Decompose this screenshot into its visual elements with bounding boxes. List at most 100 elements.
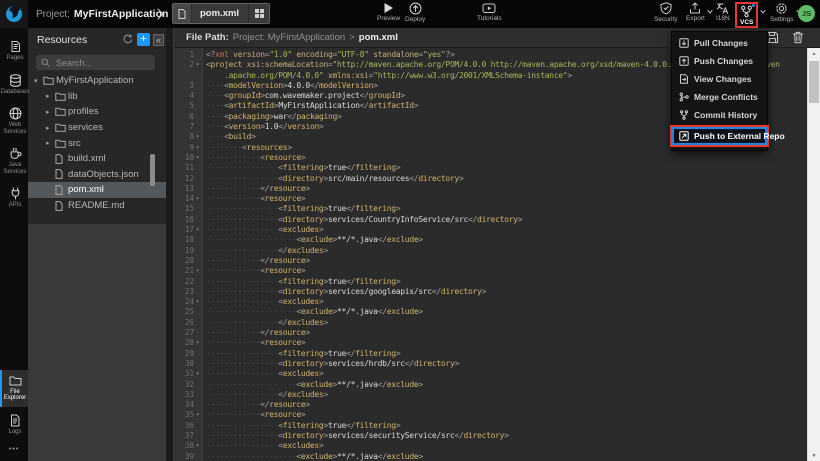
sidebar-item-label: File Explorer xyxy=(2,389,28,402)
tree-item-profiles[interactable]: ▸ profiles xyxy=(28,104,166,120)
chevron-collapsed-icon[interactable]: ▸ xyxy=(46,108,55,116)
chevron-collapsed-icon[interactable]: ▸ xyxy=(46,92,55,100)
tree-item-src[interactable]: ▸src xyxy=(28,135,166,151)
folder-icon xyxy=(55,92,68,101)
tutorials-button[interactable]: Tutorials xyxy=(477,2,502,22)
code-text: ····<build> xyxy=(202,132,256,142)
security-button[interactable]: Security xyxy=(654,2,677,23)
menu-item-view-changes[interactable]: View Changes xyxy=(672,70,767,88)
fold-marker-icon[interactable]: ▾ xyxy=(194,338,202,348)
fold-marker-icon[interactable]: ▾ xyxy=(194,369,202,379)
tree-item-build-xml[interactable]: build.xml xyxy=(28,151,166,167)
chevron-collapsed-icon[interactable]: ▸ xyxy=(46,139,55,147)
code-line: 15················<filtering>true</filte… xyxy=(174,204,807,214)
rail-more-button[interactable]: ••• xyxy=(0,446,28,453)
fold-marker-icon[interactable]: ▾ xyxy=(194,153,202,163)
scroll-up-arrow-icon[interactable]: ▲ xyxy=(808,48,820,59)
chevron-right-icon xyxy=(157,8,164,20)
fold-column xyxy=(194,122,202,132)
tree-item-dataobjects-json[interactable]: dataObjects.json xyxy=(28,167,166,183)
line-number: 27 xyxy=(174,328,194,338)
fold-marker-icon[interactable]: ▾ xyxy=(194,266,202,276)
fold-marker-icon[interactable]: ▾ xyxy=(194,194,202,204)
chevron-down-icon xyxy=(760,10,766,14)
wavemaker-logo[interactable] xyxy=(0,0,28,28)
menu-item-pull-changes[interactable]: Pull Changes xyxy=(672,34,767,52)
database-icon xyxy=(9,74,22,87)
scrollbar-thumb[interactable] xyxy=(809,61,819,103)
chevron-collapsed-icon[interactable]: ▸ xyxy=(46,124,55,132)
fold-marker-icon[interactable]: ▾ xyxy=(194,441,202,451)
fold-marker-icon[interactable]: ▾ xyxy=(194,132,202,142)
trash-icon[interactable] xyxy=(792,31,804,44)
tree-item-label: dataObjects.json xyxy=(68,169,139,180)
folder-icon xyxy=(55,123,68,132)
code-line: 36················<filtering>true</filte… xyxy=(174,421,807,431)
code-line: 13············</resource> xyxy=(174,184,807,194)
sidebar-item-pages[interactable]: Pages xyxy=(0,35,28,67)
tree-scrollbar-thumb[interactable] xyxy=(150,154,155,186)
line-number: 3 xyxy=(174,81,194,91)
fold-marker-icon[interactable]: ▾ xyxy=(194,225,202,235)
sidebar-item-databases[interactable]: Databases xyxy=(0,69,28,101)
preview-button[interactable]: Preview xyxy=(377,2,400,22)
tree-item-label: profiles xyxy=(68,106,99,117)
menu-item-merge-conflicts[interactable]: Merge Conflicts xyxy=(672,88,767,106)
i18n-button[interactable]: I18N xyxy=(716,2,730,22)
menu-item-label: Push Changes xyxy=(694,56,753,66)
scroll-down-arrow-icon[interactable]: ▼ xyxy=(808,450,820,461)
collapse-panel-button[interactable]: « xyxy=(153,34,164,46)
menu-item-label: Merge Conflicts xyxy=(694,92,758,102)
editor-scrollbar[interactable]: ▲ ▼ xyxy=(807,48,820,461)
breadcrumb[interactable]: Project: MyFirstApplication xyxy=(233,32,345,43)
line-number: 7 xyxy=(174,122,194,132)
file-path-label: File Path: xyxy=(186,32,229,43)
search-input[interactable] xyxy=(54,57,150,69)
code-line: 16················<directory>services/Co… xyxy=(174,215,807,225)
sidebar-item-web-services[interactable]: Web Services xyxy=(0,102,28,140)
fold-marker-icon[interactable]: ▾ xyxy=(194,297,202,307)
menu-item-push-to-external-repo[interactable]: Push to External Repo xyxy=(670,125,769,147)
view-changes-icon xyxy=(679,74,689,84)
menu-item-push-changes[interactable]: Push Changes xyxy=(672,52,767,70)
refresh-icon[interactable] xyxy=(123,34,133,44)
export-button[interactable]: Export xyxy=(686,2,713,22)
settings-button[interactable]: Settings xyxy=(770,2,802,23)
file-tree: ▾MyFirstApplication▸lib▸profiles▸service… xyxy=(28,73,166,213)
sidebar-item-java-services[interactable]: Java Services xyxy=(0,142,28,180)
panel-resize-divider[interactable] xyxy=(166,28,173,461)
search-box[interactable] xyxy=(36,55,155,70)
chevron-expanded-icon[interactable]: ▾ xyxy=(34,77,43,85)
tree-item-lib[interactable]: ▸lib xyxy=(28,89,166,105)
sidebar-item-logs[interactable]: Logs xyxy=(0,409,28,441)
tutorials-label: Tutorials xyxy=(477,15,502,22)
code-line: 34············</resource> xyxy=(174,400,807,410)
code-line: 27············</resource> xyxy=(174,328,807,338)
tree-item-label: services xyxy=(68,122,103,133)
project-name: MyFirstApplication xyxy=(74,8,169,20)
grid-icon[interactable] xyxy=(248,4,269,23)
vcs-button[interactable]: VCS xyxy=(735,2,766,28)
tree-item-services[interactable]: ▸ services xyxy=(28,120,166,136)
tree-item-label: README.md xyxy=(68,200,124,211)
menu-item-commit-history[interactable]: Commit History xyxy=(672,106,767,124)
code-text: ················<excludes> xyxy=(202,369,323,379)
code-text: ············</resource> xyxy=(202,400,310,410)
tree-item-pom-xml[interactable]: pom.xml xyxy=(28,182,166,198)
sidebar-item-apis[interactable]: APIs xyxy=(0,182,28,214)
tab-pom-xml[interactable]: pom.xml xyxy=(172,3,270,24)
fold-column xyxy=(194,112,202,122)
code-text: ················</excludes> xyxy=(202,318,328,328)
deploy-button[interactable]: Deploy xyxy=(405,2,425,23)
sidebar-item-file-explorer[interactable]: File Explorer xyxy=(0,370,28,407)
user-avatar[interactable]: JS xyxy=(798,5,815,22)
tree-item-myfirstapplication[interactable]: ▾MyFirstApplication xyxy=(28,73,166,89)
add-resource-button[interactable]: + xyxy=(137,33,150,46)
fold-marker-icon[interactable]: ▾ xyxy=(194,143,202,153)
tree-item-readme-md[interactable]: README.md xyxy=(28,198,166,214)
fold-marker-icon[interactable]: ▾ xyxy=(194,60,202,70)
fold-column xyxy=(194,246,202,256)
file-icon xyxy=(55,154,68,164)
code-line: 39····················<exclude>**/*.java… xyxy=(174,452,807,461)
fold-marker-icon[interactable]: ▾ xyxy=(194,410,202,420)
